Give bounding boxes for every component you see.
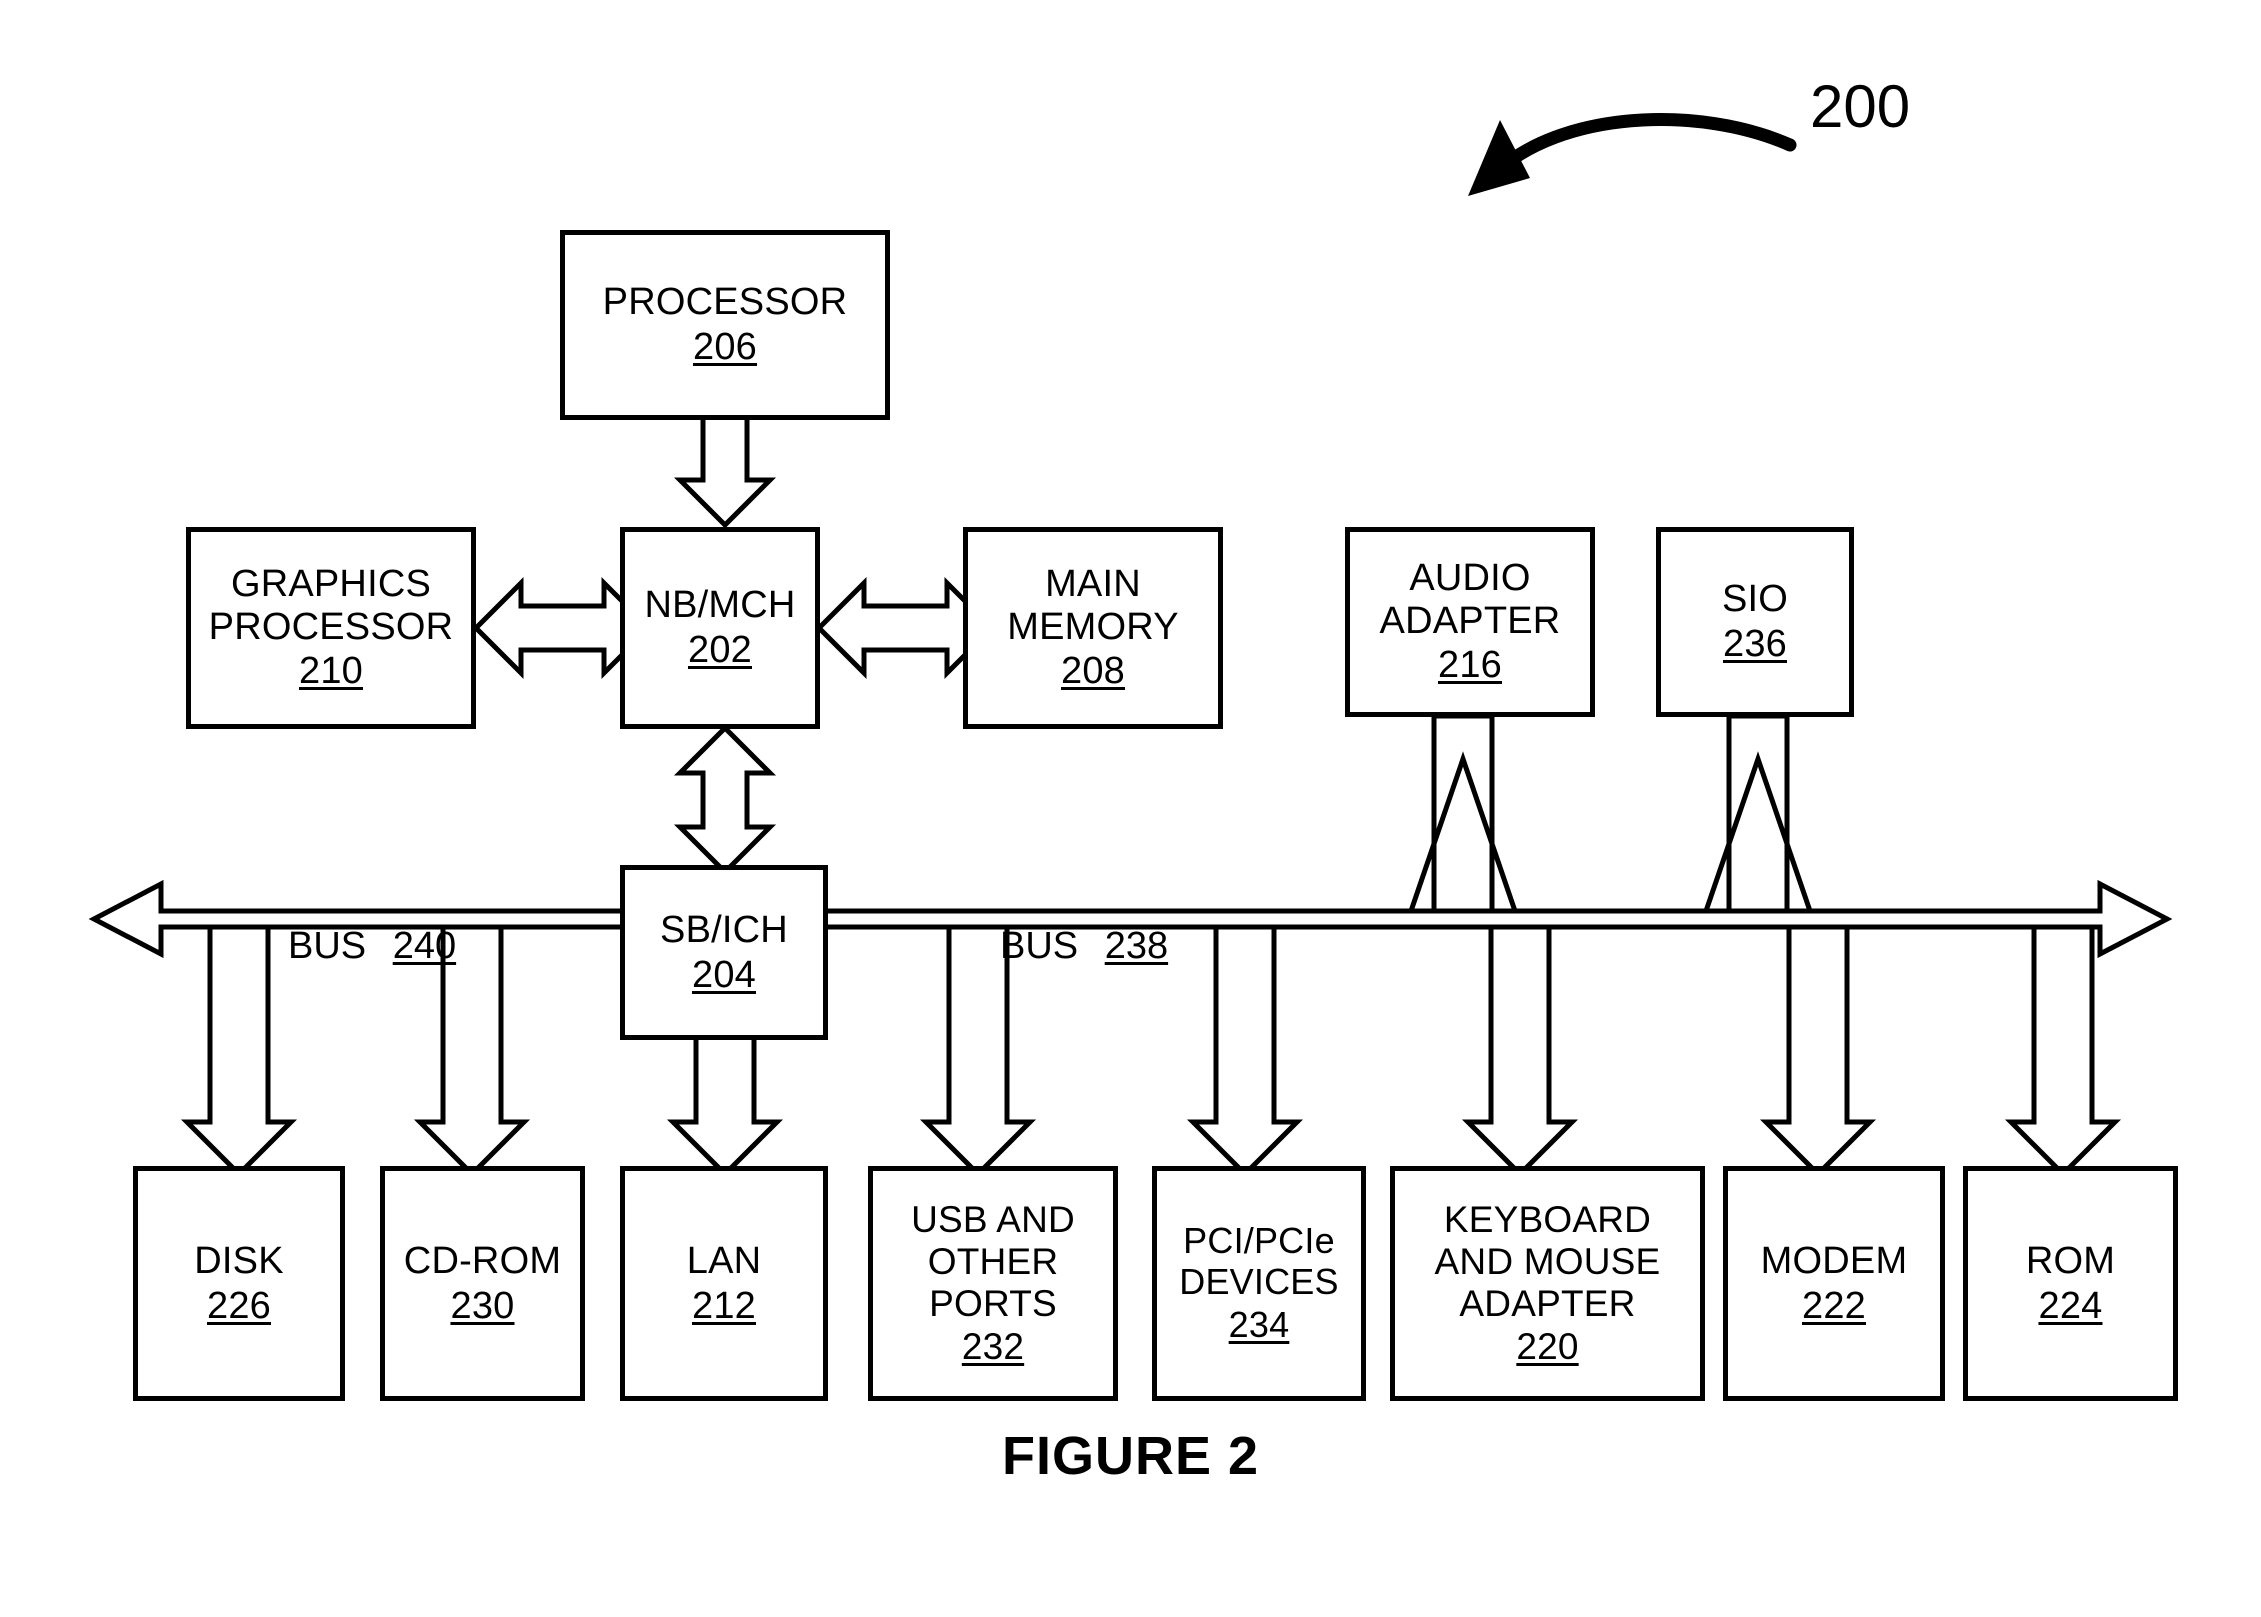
block-rom-number: 224 — [2038, 1284, 2103, 1327]
block-graphics-processor-number: 210 — [298, 650, 363, 693]
block-usb-and-other-ports[interactable]: USB AND OTHER PORTS 232 — [868, 1166, 1118, 1401]
block-main-memory-label: MAIN MEMORY — [1007, 562, 1179, 648]
block-keyboard-and-mouse-adapter[interactable]: KEYBOARD AND MOUSE ADAPTER 220 — [1390, 1166, 1705, 1401]
bus-label-238-number: 238 — [1104, 925, 1169, 967]
block-graphics-processor-label: GRAPHICS PROCESSOR — [208, 562, 454, 648]
block-lan-label: LAN — [686, 1239, 762, 1282]
patent-figure-2: 200 PROCESSOR 206 GRAPHICS PROCESSOR 210… — [0, 0, 2261, 1617]
block-rom[interactable]: ROM 224 — [1963, 1166, 2178, 1401]
arrow-bus-modem — [1759, 924, 1877, 1178]
block-cd-rom-label: CD-ROM — [403, 1239, 562, 1282]
block-disk-label: DISK — [194, 1239, 284, 1282]
reference-arrow-curve — [1486, 113, 1797, 182]
block-main-memory[interactable]: MAIN MEMORY 208 — [963, 527, 1223, 729]
arrow-bus-sio — [1702, 713, 1814, 914]
block-sb-ich-label: SB/ICH — [660, 908, 788, 951]
block-keyboard-and-mouse-adapter-label: KEYBOARD AND MOUSE ADAPTER — [1434, 1198, 1661, 1324]
block-pci-pcie-devices-number: 234 — [1228, 1303, 1290, 1345]
block-audio-adapter[interactable]: AUDIO ADAPTER 216 — [1345, 527, 1595, 717]
block-cd-rom-number: 230 — [450, 1284, 515, 1327]
reference-numeral-200: 200 — [1810, 73, 1911, 140]
block-lan[interactable]: LAN 212 — [620, 1166, 828, 1401]
arrow-bus-pci — [1186, 924, 1304, 1178]
block-modem-number: 222 — [1801, 1284, 1866, 1327]
block-nb-mch-number: 202 — [687, 629, 752, 671]
block-graphics-processor[interactable]: GRAPHICS PROCESSOR 210 — [186, 527, 476, 729]
block-rom-label: ROM — [2025, 1239, 2116, 1282]
arrow-bus-keyboard — [1461, 924, 1579, 1178]
block-pci-pcie-devices-label: PCI/PCIe DEVICES — [1179, 1220, 1339, 1303]
bus-label-240: BUS 240 — [288, 925, 456, 968]
block-processor[interactable]: PROCESSOR 206 — [560, 230, 890, 420]
block-modem-label: MODEM — [1760, 1239, 1908, 1282]
arrow-nbmch-sbich — [673, 724, 777, 876]
figure-caption: FIGURE 2 — [1001, 1426, 1260, 1486]
block-nb-mch-label: NB/MCH — [644, 584, 796, 627]
block-sb-ich-number: 204 — [691, 953, 756, 996]
bus-label-240-number: 240 — [392, 925, 457, 967]
block-disk[interactable]: DISK 226 — [133, 1166, 345, 1401]
bus-label-240-text: BUS — [288, 925, 367, 967]
arrow-bus-audio — [1407, 713, 1519, 914]
block-usb-and-other-ports-number: 232 — [961, 1326, 1025, 1368]
block-sio-number: 236 — [1722, 623, 1787, 665]
block-modem[interactable]: MODEM 222 — [1723, 1166, 1945, 1401]
bus-label-238: BUS 238 — [1000, 925, 1168, 968]
block-sio[interactable]: SIO 236 — [1656, 527, 1854, 717]
block-usb-and-other-ports-label: USB AND OTHER PORTS — [911, 1198, 1075, 1324]
block-cd-rom[interactable]: CD-ROM 230 — [380, 1166, 585, 1401]
block-audio-adapter-label: AUDIO ADAPTER — [1379, 556, 1561, 642]
block-audio-adapter-number: 216 — [1437, 644, 1502, 687]
block-pci-pcie-devices[interactable]: PCI/PCIe DEVICES 234 — [1152, 1166, 1366, 1401]
block-disk-number: 226 — [206, 1284, 271, 1327]
block-lan-number: 212 — [691, 1284, 756, 1327]
arrow-bus-disk — [180, 924, 298, 1178]
block-nb-mch[interactable]: NB/MCH 202 — [620, 527, 820, 729]
arrow-bus-rom — [2004, 924, 2122, 1178]
block-sb-ich[interactable]: SB/ICH 204 — [620, 865, 828, 1040]
block-processor-number: 206 — [692, 326, 757, 368]
block-keyboard-and-mouse-adapter-number: 220 — [1516, 1326, 1579, 1368]
bus-label-238-text: BUS — [1000, 925, 1079, 967]
block-processor-label: PROCESSOR — [602, 281, 848, 324]
block-main-memory-number: 208 — [1060, 650, 1125, 693]
block-sio-label: SIO — [1721, 578, 1789, 621]
